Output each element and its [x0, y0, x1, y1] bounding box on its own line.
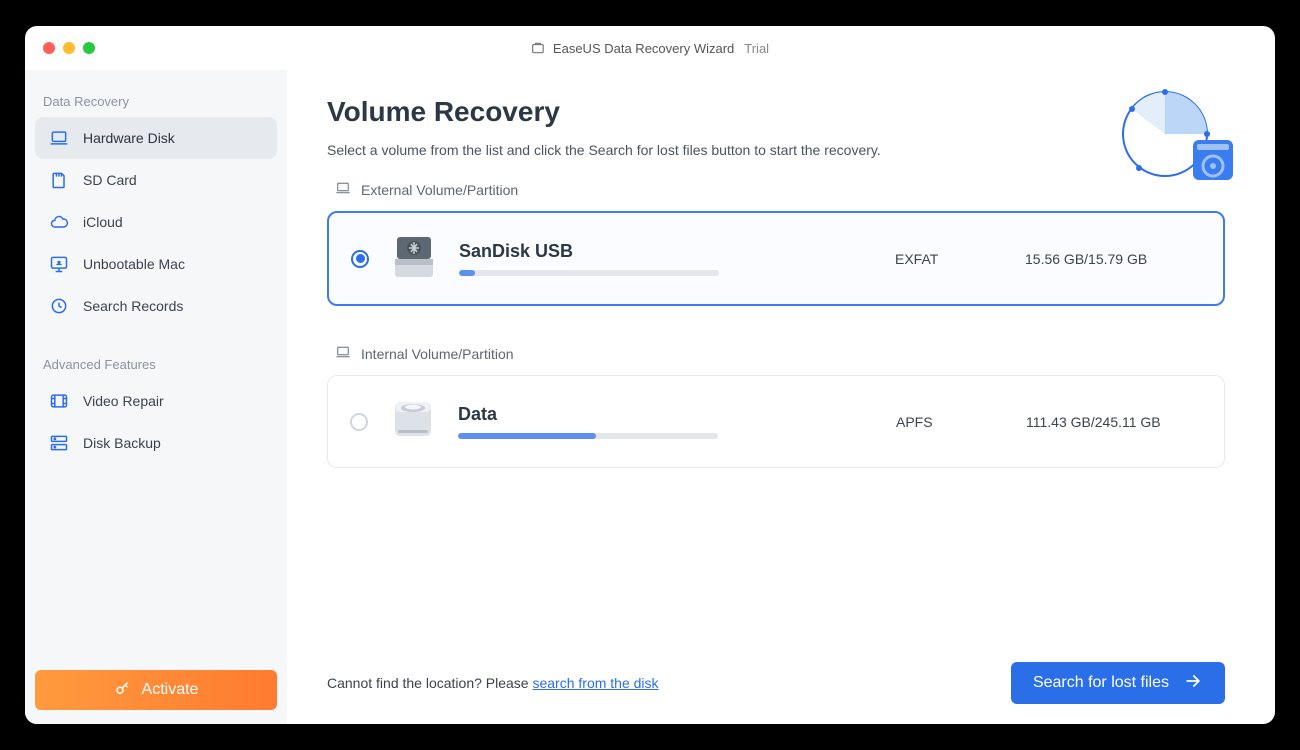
backup-icon — [49, 433, 69, 453]
cloud-icon — [49, 212, 69, 232]
usage-fill — [458, 433, 596, 439]
laptop-small-icon — [335, 180, 351, 199]
usage-bar — [459, 270, 719, 276]
sidebar-item-label: SD Card — [83, 172, 137, 188]
sidebar: Data Recovery Hardware Disk SD Card iClo… — [25, 70, 287, 724]
sidebar-item-label: Video Repair — [83, 393, 164, 409]
content-area: Volume Recovery Select a volume from the… — [287, 70, 1275, 724]
video-icon — [49, 391, 69, 411]
sidebar-item-icloud[interactable]: iCloud — [35, 201, 277, 243]
laptop-small-icon — [335, 344, 351, 363]
activate-label: Activate — [142, 681, 199, 699]
section-label: Internal Volume/Partition — [361, 346, 514, 362]
volume-radio[interactable] — [351, 250, 369, 268]
sidebar-item-disk-backup[interactable]: Disk Backup — [35, 422, 277, 464]
titlebar: EaseUS Data Recovery Wizard Trial — [25, 26, 1275, 70]
internal-drive-icon — [388, 394, 438, 449]
volume-info: Data — [458, 404, 876, 439]
search-for-lost-files-button[interactable]: Search for lost files — [1011, 662, 1225, 704]
page-title: Volume Recovery — [327, 96, 1225, 128]
sidebar-item-sd-card[interactable]: SD Card — [35, 159, 277, 201]
sidebar-section-data-recovery: Data Recovery — [35, 84, 277, 117]
maximize-window-button[interactable] — [83, 42, 95, 54]
arrow-right-icon — [1183, 671, 1203, 696]
monitor-icon — [49, 254, 69, 274]
hint-text: Cannot find the location? Please search … — [327, 675, 659, 691]
search-btn-label: Search for lost files — [1033, 674, 1169, 692]
usage-bar — [458, 433, 718, 439]
volume-card-sandisk[interactable]: SanDisk USB EXFAT 15.56 GB/15.79 GB — [327, 211, 1225, 306]
app-window: EaseUS Data Recovery Wizard Trial Data R… — [25, 26, 1275, 724]
volume-size: 15.56 GB/15.79 GB — [1025, 251, 1195, 267]
volume-info: SanDisk USB — [459, 241, 875, 276]
clock-icon — [49, 296, 69, 316]
section-header-internal: Internal Volume/Partition — [327, 344, 1225, 363]
volume-radio[interactable] — [350, 413, 368, 431]
window-controls — [25, 42, 95, 54]
sidebar-item-label: Search Records — [83, 298, 183, 314]
main-area: Data Recovery Hardware Disk SD Card iClo… — [25, 26, 1275, 724]
search-from-disk-link[interactable]: search from the disk — [532, 675, 658, 691]
app-title-icon — [531, 41, 545, 55]
sidebar-item-hardware-disk[interactable]: Hardware Disk — [35, 117, 277, 159]
volume-format: EXFAT — [895, 251, 1005, 267]
sidebar-item-search-records[interactable]: Search Records — [35, 285, 277, 327]
trial-label: Trial — [744, 41, 769, 56]
key-icon — [114, 679, 132, 702]
header-illustration — [1115, 84, 1235, 189]
bottom-bar: Cannot find the location? Please search … — [327, 642, 1225, 704]
sidebar-item-label: Disk Backup — [83, 435, 161, 451]
volume-size: 111.43 GB/245.11 GB — [1026, 414, 1196, 430]
hint-prefix: Cannot find the location? Please — [327, 675, 532, 691]
sidebar-item-label: iCloud — [83, 214, 123, 230]
volume-card-data[interactable]: Data APFS 111.43 GB/245.11 GB — [327, 375, 1225, 468]
volume-name: Data — [458, 404, 876, 425]
app-name-label: EaseUS Data Recovery Wizard — [553, 41, 734, 56]
activate-button[interactable]: Activate — [35, 670, 277, 710]
sidebar-item-video-repair[interactable]: Video Repair — [35, 380, 277, 422]
sidebar-section-advanced: Advanced Features — [35, 347, 277, 380]
laptop-icon — [49, 128, 69, 148]
sidebar-item-label: Unbootable Mac — [83, 256, 185, 272]
sidebar-item-unbootable-mac[interactable]: Unbootable Mac — [35, 243, 277, 285]
section-label: External Volume/Partition — [361, 182, 518, 198]
sdcard-icon — [49, 170, 69, 190]
usage-fill — [459, 270, 475, 276]
volume-format: APFS — [896, 414, 1006, 430]
usb-drive-icon — [389, 231, 439, 286]
close-window-button[interactable] — [43, 42, 55, 54]
section-header-external: External Volume/Partition — [327, 180, 1225, 199]
window-title: EaseUS Data Recovery Wizard Trial — [531, 41, 769, 56]
sidebar-item-label: Hardware Disk — [83, 130, 175, 146]
volume-name: SanDisk USB — [459, 241, 875, 262]
page-subtitle: Select a volume from the list and click … — [327, 142, 1225, 158]
minimize-window-button[interactable] — [63, 42, 75, 54]
